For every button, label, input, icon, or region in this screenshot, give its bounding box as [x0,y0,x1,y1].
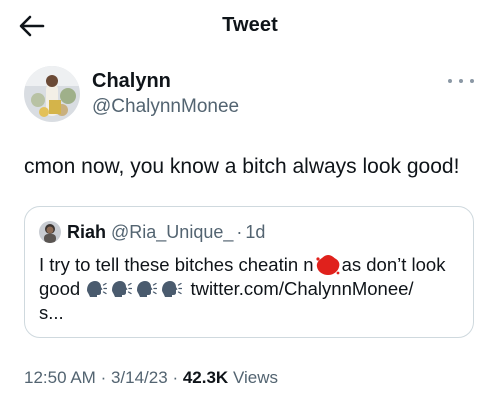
censor-mark-icon [315,255,339,275]
avatar[interactable] [24,66,80,122]
tweet-author: Chalynn @ChalynnMonee [24,64,476,124]
quoted-text-after: as don’t look [341,254,446,275]
more-horizontal-icon [448,79,452,83]
views-count[interactable]: 42.3K [183,368,228,387]
top-bar: Tweet [0,0,500,52]
quoted-timestamp[interactable]: 1d [245,222,265,243]
speaking-head-icon [87,281,108,297]
quoted-line2-start: good [39,278,81,299]
quoted-author-handle[interactable]: @Ria_Unique_ [111,222,233,243]
tweet-metadata: 12:50 AM · 3/14/23 · 42.3K Views [24,368,278,388]
quoted-text-before: I try to tell these bitches cheatin n [39,254,314,275]
separator-dot: · [172,368,179,387]
more-options-button[interactable] [448,72,474,90]
speaking-head-icon [137,281,158,297]
tweet-text: cmon now, you know a bitch always look g… [24,155,460,178]
views-label: Views [232,368,278,387]
quoted-line-1: I try to tell these bitches cheatin n as … [39,253,465,277]
speaking-head-icon [162,281,183,297]
author-handle[interactable]: @ChalynnMonee [92,96,239,118]
quoted-tweet-card[interactable]: Riah @Ria_Unique_ · 1d I try to tell the… [24,206,474,338]
separator-dot: · [236,221,243,242]
quoted-tweet-header: Riah @Ria_Unique_ · 1d [39,221,265,243]
author-name[interactable]: Chalynn [92,70,171,93]
tweet-time[interactable]: 12:50 AM [24,368,96,387]
quoted-tweet-text: I try to tell these bitches cheatin n as … [39,253,465,325]
quoted-line-3: s... [39,302,64,323]
tweet-date[interactable]: 3/14/23 [111,368,168,387]
speaking-head-icon [112,281,133,297]
separator-dot: · [100,368,107,387]
more-horizontal-icon [470,79,474,83]
more-horizontal-icon [459,79,463,83]
quoted-line-2: good twitter.com/ChalynnMonee/ [39,277,465,301]
quoted-avatar[interactable] [39,221,61,243]
quoted-author-name[interactable]: Riah [67,222,106,243]
quoted-tweet-link[interactable]: twitter.com/ChalynnMonee/ [190,278,413,299]
page-title: Tweet [222,14,278,36]
